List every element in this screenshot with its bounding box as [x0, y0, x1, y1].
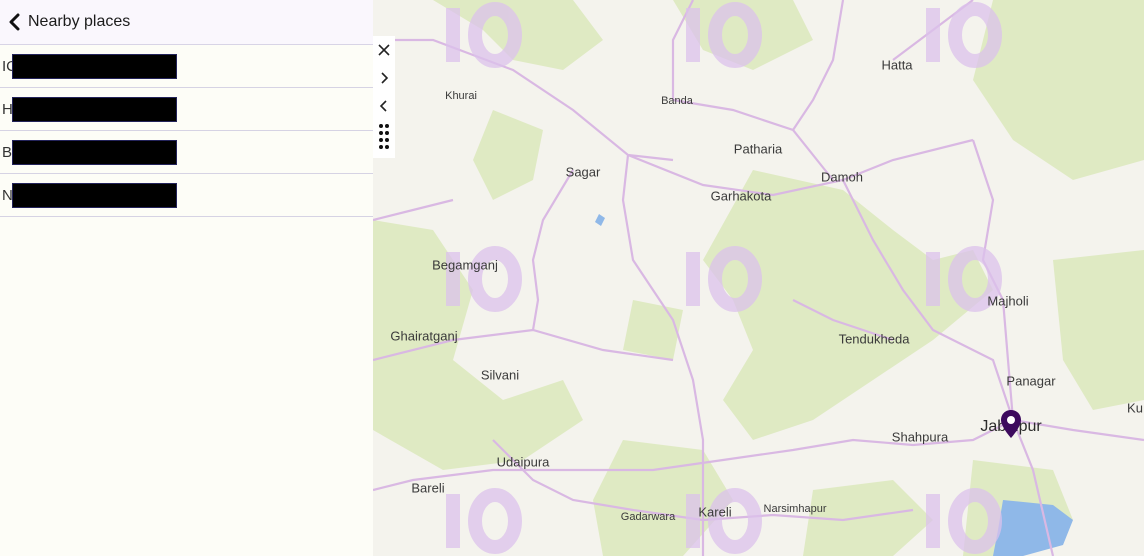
place-label[interactable]: Panagar: [1006, 374, 1055, 389]
map-view[interactable]: Khurai Banda Hatta Sagar Patharia Damoh …: [373, 0, 1144, 556]
place-label[interactable]: Hatta: [881, 58, 912, 73]
list-item[interactable]: B: [0, 131, 373, 174]
place-label[interactable]: Gadarwara: [621, 511, 675, 523]
map-side-toolbar: [373, 36, 395, 158]
redacted-block: [12, 54, 177, 79]
place-label[interactable]: Sagar: [566, 165, 601, 180]
list-item[interactable]: IC: [0, 45, 373, 88]
place-label[interactable]: Shahpura: [892, 430, 948, 445]
list-item[interactable]: N: [0, 174, 373, 217]
place-label[interactable]: Tendukheda: [839, 332, 910, 347]
chevron-right-icon[interactable]: [373, 64, 395, 92]
place-label[interactable]: Majholi: [987, 294, 1028, 309]
place-label[interactable]: Silvani: [481, 368, 519, 383]
redacted-block: [12, 183, 177, 208]
place-label[interactable]: Khurai: [445, 90, 477, 102]
map-base-layer: [373, 0, 1144, 556]
place-label[interactable]: Banda: [661, 95, 693, 107]
list-item-label: B: [2, 143, 13, 161]
place-label[interactable]: Damoh: [821, 170, 863, 185]
place-label[interactable]: Ku: [1127, 401, 1143, 416]
panel-title: Nearby places: [28, 13, 131, 30]
place-label[interactable]: Patharia: [734, 142, 782, 157]
redacted-block: [12, 140, 177, 165]
close-icon[interactable]: [373, 36, 395, 64]
chevron-left-icon[interactable]: [4, 12, 24, 32]
panel-header: Nearby places: [0, 0, 373, 45]
place-label[interactable]: Garhakota: [711, 189, 772, 204]
drag-handle-icon[interactable]: [373, 120, 395, 154]
place-label[interactable]: Begamganj: [432, 258, 498, 273]
chevron-left-icon[interactable]: [373, 92, 395, 120]
list-item[interactable]: H: [0, 88, 373, 131]
nearby-places-panel: Nearby places IC H B N: [0, 0, 373, 556]
place-label[interactable]: Ghairatganj: [390, 329, 457, 344]
place-label[interactable]: Bareli: [411, 481, 444, 496]
place-label[interactable]: Kareli: [698, 505, 731, 520]
place-label[interactable]: Udaipura: [497, 455, 550, 470]
redacted-block: [12, 97, 177, 122]
place-label[interactable]: Narsimhapur: [764, 503, 827, 515]
